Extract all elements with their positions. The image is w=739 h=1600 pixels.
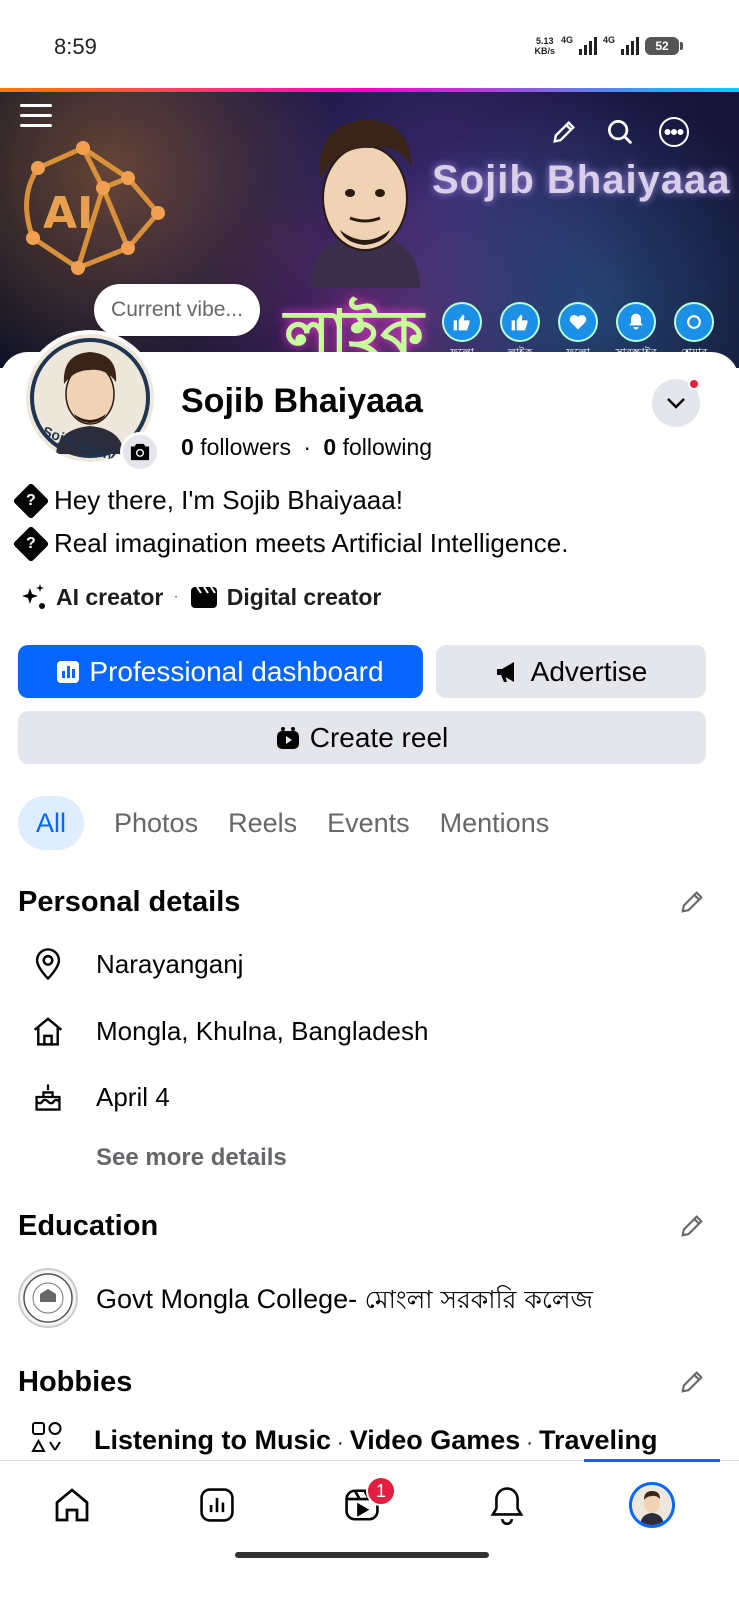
home-icon <box>55 1488 89 1522</box>
notification-dot <box>688 378 700 390</box>
ai-brain-graphic: AI <box>24 141 165 275</box>
college-name[interactable]: Govt Mongla College- মোংলা সরকারি কলেজ <box>96 1280 593 1323</box>
cover-accent-line <box>0 88 739 92</box>
category-ai-creator[interactable]: AI creator <box>18 582 163 612</box>
see-more-details-link[interactable]: See more details <box>96 1144 287 1172</box>
create-reel-button[interactable]: Create reel <box>18 711 706 764</box>
unknown-glyph-icon: ? <box>12 525 50 562</box>
home-indicator[interactable] <box>235 1552 489 1558</box>
pencil-icon <box>681 1371 703 1393</box>
following-label: following <box>342 434 433 460</box>
bio-line-1: ? Hey there, I'm Sojib Bhaiyaaa! <box>12 482 403 519</box>
bottom-navigation <box>0 1459 739 1560</box>
reels-notification-badge: 1 <box>366 1476 396 1506</box>
tab-all[interactable]: All <box>18 796 85 850</box>
thumbs-up-icon <box>500 302 540 342</box>
detail-birthday: April 4 <box>30 1079 170 1115</box>
hobby-item[interactable]: Video Games <box>350 1425 521 1455</box>
search-icon[interactable] <box>600 112 640 152</box>
avatar-camera-button[interactable] <box>120 432 160 472</box>
dashboard-chart-icon <box>57 660 80 683</box>
clapperboard-icon <box>190 586 217 608</box>
tab-mentions[interactable]: Mentions <box>440 796 550 850</box>
nav-notifications[interactable] <box>481 1479 533 1531</box>
edit-personal-details-button[interactable] <box>676 886 708 918</box>
professional-dashboard-button[interactable]: Professional dashboard <box>18 645 423 698</box>
chevron-down-icon <box>667 398 685 409</box>
bell-icon <box>490 1487 524 1525</box>
battery-icon: 52 <box>645 37 683 55</box>
nav-home[interactable] <box>46 1479 98 1531</box>
detail-hometown: Mongla, Khulna, Bangladesh <box>30 1013 428 1049</box>
advertise-button[interactable]: Advertise <box>436 645 706 698</box>
ai-text: AI <box>43 188 93 239</box>
cover-portrait <box>310 119 420 288</box>
college-logo[interactable] <box>18 1268 78 1328</box>
signal-bars-icon <box>621 37 639 55</box>
current-vibe-bubble[interactable]: Current vibe... <box>94 284 260 336</box>
following-count: 0 <box>323 434 337 460</box>
bell-icon <box>616 302 656 342</box>
status-bar: 8:59 5.13 KB/s 4G 4G 52 <box>0 0 739 88</box>
reel-icon <box>276 726 299 749</box>
thumbs-up-icon <box>442 302 482 342</box>
category-digital-creator[interactable]: Digital creator <box>189 584 381 611</box>
status-indicators: 5.13 KB/s 4G 4G 52 <box>534 35 683 56</box>
category-separator: · <box>173 588 179 605</box>
pencil-icon <box>681 1215 703 1237</box>
pencil-icon <box>681 891 703 913</box>
heart-icon <box>558 302 598 342</box>
edit-education-button[interactable] <box>676 1210 708 1242</box>
edit-pencil-icon[interactable] <box>544 112 584 152</box>
signal-label-1: 4G <box>560 35 573 45</box>
menu-icon[interactable] <box>16 96 56 136</box>
hobby-item[interactable]: Listening to Music <box>94 1425 331 1455</box>
signal-bars-icon <box>578 37 597 55</box>
edit-hobbies-button[interactable] <box>676 1366 708 1398</box>
nav-profile[interactable] <box>626 1479 678 1531</box>
share-icon <box>674 302 714 342</box>
birthday-cake-icon <box>30 1079 66 1115</box>
profile-name: Sojib Bhaiyaaa <box>181 382 423 420</box>
unknown-glyph-icon: ? <box>12 482 50 519</box>
profile-categories: AI creator · Digital creator <box>18 582 381 612</box>
nav-dashboard[interactable] <box>191 1479 243 1531</box>
bio-line-2: ? Real imagination meets Artificial Inte… <box>12 525 568 562</box>
status-time: 8:59 <box>54 34 97 59</box>
nav-active-indicator <box>584 1459 720 1462</box>
home-icon <box>30 1013 66 1049</box>
hobbies-shapes-icon <box>30 1420 64 1461</box>
signal-label-2: 4G <box>602 35 615 45</box>
cover-name-text: Sojib Bhaiyaaa <box>432 158 731 202</box>
tab-photos[interactable]: Photos <box>114 796 198 850</box>
detail-location: Narayanganj <box>30 946 243 982</box>
followers-count: 0 <box>181 434 194 460</box>
tab-reels[interactable]: Reels <box>228 796 297 850</box>
follow-stats[interactable]: 0 followers · 0 following <box>181 434 432 461</box>
sparkle-icon <box>22 584 45 609</box>
megaphone-icon <box>496 661 514 682</box>
dashboard-chart-icon <box>200 1488 234 1522</box>
hobby-item[interactable]: Traveling <box>539 1425 658 1455</box>
hobbies-title: Hobbies <box>18 1366 133 1398</box>
education-title: Education <box>18 1210 159 1242</box>
profile-tabs: All Photos Reels Events Mentions <box>18 796 549 850</box>
followers-label: followers <box>200 434 291 460</box>
tab-events[interactable]: Events <box>327 796 410 850</box>
follow-separator: · <box>303 434 312 460</box>
camera-icon <box>130 443 150 461</box>
location-pin-icon <box>30 946 66 982</box>
more-options-icon[interactable] <box>654 112 694 152</box>
personal-details-title: Personal details <box>18 886 241 918</box>
avatar <box>629 1482 675 1528</box>
network-speed: 5.13 KB/s <box>534 36 555 56</box>
hobbies-list: Listening to Music · Video Games · Traveling <box>30 1420 658 1461</box>
